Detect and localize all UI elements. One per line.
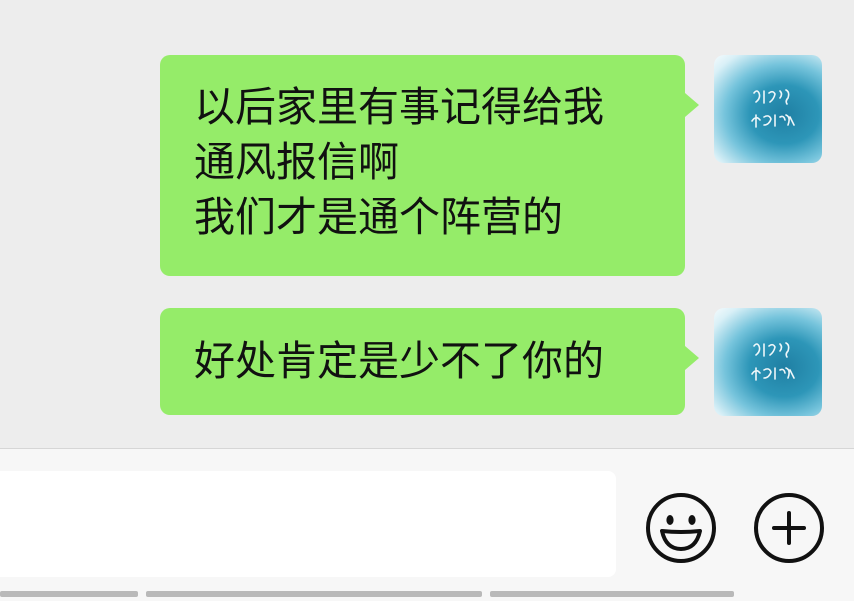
message-text-line: 我们才是通个阵营的 — [194, 193, 563, 241]
circle-plus-icon — [754, 493, 824, 563]
message-text-line: 以后家里有事记得给我 — [194, 83, 604, 131]
message-text-line: 通风报信啊 — [194, 138, 399, 186]
more-button[interactable] — [752, 491, 826, 565]
divider — [146, 591, 482, 597]
divider — [490, 591, 734, 597]
divider — [0, 591, 138, 597]
calligraphy-avatar-icon — [751, 89, 795, 128]
message-input[interactable] — [0, 471, 616, 577]
calligraphy-avatar-icon — [751, 342, 795, 381]
input-bar — [0, 449, 854, 601]
message-bubble[interactable]: 以后家里有事记得给我 通风报信啊 我们才是通个阵营的 — [160, 55, 699, 276]
avatar[interactable] — [714, 55, 822, 163]
message-bubble[interactable]: 好处肯定是少不了你的 — [160, 308, 699, 415]
keyboard-edge — [0, 589, 854, 601]
chat-area[interactable]: 以后家里有事记得给我 通风报信啊 我们才是通个阵营的 好处肯定是少不了你的 — [0, 0, 854, 448]
message-text-line: 好处肯定是少不了你的 — [194, 337, 604, 385]
emoji-button[interactable] — [644, 491, 718, 565]
smiley-face-icon — [646, 493, 716, 563]
avatar[interactable] — [714, 308, 822, 416]
